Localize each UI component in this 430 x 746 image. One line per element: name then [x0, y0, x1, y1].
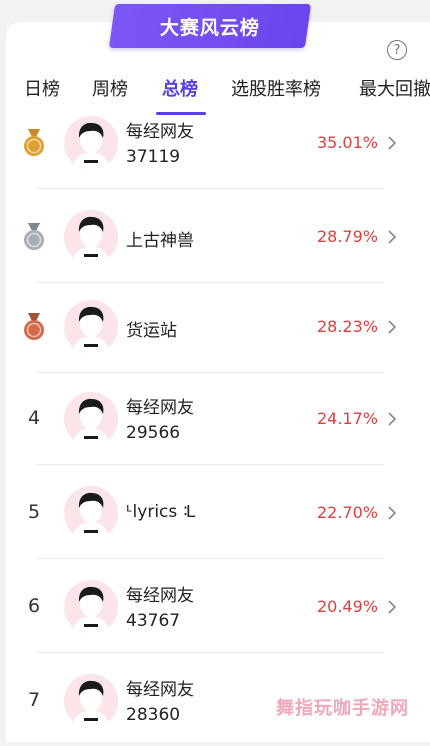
leaderboard-row[interactable]: 每经网友 37119 35.01%	[0, 98, 430, 188]
chevron-right-icon[interactable]	[386, 229, 398, 245]
bronze-medal-icon	[22, 313, 46, 341]
avatar[interactable]	[64, 300, 118, 354]
chevron-right-icon[interactable]	[386, 599, 398, 615]
avatar[interactable]	[64, 674, 118, 728]
leaderboard-row[interactable]: 5 ᒻlyrics ᒺ 22.70%	[0, 468, 430, 558]
row-divider	[36, 188, 384, 189]
rank-number: 7	[27, 689, 41, 711]
user-name: 每经网友	[126, 680, 194, 700]
leaderboard-row[interactable]: 货运站 28.23%	[0, 282, 430, 372]
leaderboard-banner: 大赛风云榜	[108, 4, 312, 48]
user-name: 上古神兽	[126, 231, 194, 251]
return-percent: 20.49%	[316, 597, 378, 616]
gold-medal-icon	[22, 129, 46, 157]
leaderboard-row[interactable]: 4 每经网友 29566 24.17%	[0, 374, 430, 464]
row-divider	[36, 652, 384, 653]
avatar[interactable]	[64, 580, 118, 634]
chevron-right-icon[interactable]	[386, 411, 398, 427]
user-name: ᒻlyrics ᒺ	[126, 502, 196, 522]
return-percent: 35.01%	[316, 133, 378, 152]
avatar[interactable]	[64, 116, 118, 170]
chevron-right-icon[interactable]	[386, 135, 398, 151]
leaderboard-row[interactable]: 上古神兽 28.79%	[0, 192, 430, 282]
rank-number: 5	[27, 501, 41, 523]
user-id: 37119	[126, 147, 181, 167]
row-divider	[36, 372, 384, 373]
leaderboard-row[interactable]: 6 每经网友 43767 20.49%	[0, 562, 430, 652]
user-name: 每经网友	[126, 398, 194, 418]
return-percent: 28.79%	[316, 227, 378, 246]
silver-medal-icon	[22, 223, 46, 251]
return-percent: 24.17%	[316, 409, 378, 428]
watermark: 舞指玩咖手游网	[276, 698, 409, 719]
return-percent: 28.23%	[316, 317, 378, 336]
user-id: 29566	[126, 423, 181, 443]
user-id: 28360	[126, 705, 181, 725]
return-percent: 22.70%	[316, 503, 378, 522]
avatar[interactable]	[64, 392, 118, 446]
row-divider	[36, 558, 384, 559]
row-divider	[36, 464, 384, 465]
help-icon[interactable]: ?	[387, 40, 407, 60]
rank-number: 6	[27, 595, 41, 617]
avatar[interactable]	[64, 210, 118, 264]
chevron-right-icon[interactable]	[386, 319, 398, 335]
user-name: 货运站	[126, 321, 177, 341]
banner-title: 大赛风云榜	[159, 16, 260, 39]
chevron-right-icon[interactable]	[386, 505, 398, 521]
user-name: 每经网友	[126, 586, 194, 606]
user-id: 43767	[126, 611, 181, 631]
user-name: 每经网友	[126, 122, 194, 142]
avatar[interactable]	[64, 486, 118, 540]
rank-number: 4	[27, 407, 41, 429]
